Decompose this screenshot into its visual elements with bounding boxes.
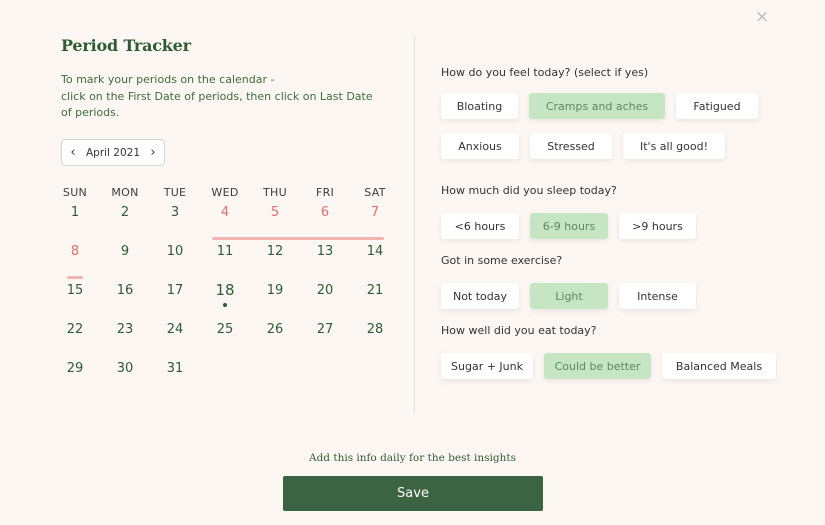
option-chip[interactable]: It's all good! bbox=[623, 133, 725, 159]
day-24[interactable]: 24 bbox=[150, 319, 200, 358]
day-3[interactable]: 3 bbox=[150, 202, 200, 241]
option-chip[interactable]: <6 hours bbox=[441, 213, 519, 239]
instructions: To mark your periods on the calendar - c… bbox=[61, 72, 381, 122]
empty-day bbox=[300, 358, 350, 397]
day-17[interactable]: 17 bbox=[150, 280, 200, 319]
option-row: Sugar + Junk Could be better Balanced Meal… bbox=[441, 353, 776, 379]
day-23[interactable]: 23 bbox=[100, 319, 150, 358]
page-title: Period Tracker bbox=[61, 36, 191, 55]
day-20[interactable]: 20 bbox=[300, 280, 350, 319]
day-25[interactable]: 25 bbox=[200, 319, 250, 358]
weekday-header: SUN MON TUE WED THU FRI SAT bbox=[50, 186, 400, 202]
option-row: Anxious Stressed It's all good! bbox=[441, 133, 725, 159]
period-range-bar bbox=[67, 276, 83, 279]
weekday-thu: THU bbox=[263, 186, 287, 199]
option-chip[interactable]: Fatigued bbox=[676, 93, 758, 119]
chevron-right-icon[interactable]: › bbox=[148, 145, 158, 160]
instructions-line-2: click on the First Date of periods, then… bbox=[61, 89, 373, 120]
month-label: April 2021 bbox=[85, 146, 141, 159]
weekday-mon: MON bbox=[111, 186, 139, 199]
weekday-fri: FRI bbox=[315, 186, 335, 199]
option-chip[interactable]: Sugar + Junk bbox=[441, 353, 533, 379]
option-chip[interactable]: Stressed bbox=[530, 133, 612, 159]
day-6[interactable]: 6 bbox=[300, 202, 350, 241]
day-27[interactable]: 27 bbox=[300, 319, 350, 358]
empty-day bbox=[350, 358, 400, 397]
weekday-tue: TUE bbox=[163, 186, 187, 199]
calendar-week: 8 9 10 11 12 13 14 bbox=[50, 241, 400, 280]
instructions-line-1: To mark your periods on the calendar - bbox=[61, 73, 275, 86]
weekday-wed: WED bbox=[211, 186, 239, 199]
option-row: Not today Light Intense bbox=[441, 283, 696, 309]
today-dot bbox=[223, 303, 227, 307]
calendar-week: 29 30 31 bbox=[50, 358, 400, 397]
day-4[interactable]: 4 bbox=[200, 202, 250, 241]
day-9[interactable]: 9 bbox=[100, 241, 150, 280]
day-26[interactable]: 26 bbox=[250, 319, 300, 358]
day-15[interactable]: 15 bbox=[50, 280, 100, 319]
option-chip[interactable]: Could be better bbox=[544, 353, 651, 379]
day-21[interactable]: 21 bbox=[350, 280, 400, 319]
weekday-sat: SAT bbox=[364, 186, 386, 199]
option-chip[interactable]: 6-9 hours bbox=[530, 213, 608, 239]
day-28[interactable]: 28 bbox=[350, 319, 400, 358]
day-29[interactable]: 29 bbox=[50, 358, 100, 397]
day-11[interactable]: 11 bbox=[200, 241, 250, 280]
day-14[interactable]: 14 bbox=[350, 241, 400, 280]
weekday-sun: SUN bbox=[62, 186, 88, 199]
calendar-week: 15 16 17 18 19 20 21 bbox=[50, 280, 400, 319]
empty-day bbox=[250, 358, 300, 397]
footer-note: Add this info daily for the best insight… bbox=[308, 452, 516, 464]
question-label: Got in some exercise? bbox=[441, 254, 563, 267]
period-range-bar bbox=[212, 237, 384, 240]
question-label: How much did you sleep today? bbox=[441, 184, 617, 197]
day-12[interactable]: 12 bbox=[250, 241, 300, 280]
day-2[interactable]: 2 bbox=[100, 202, 150, 241]
save-button[interactable]: Save bbox=[283, 476, 543, 511]
option-chip[interactable]: >9 hours bbox=[619, 213, 696, 239]
option-chip[interactable]: Anxious bbox=[441, 133, 519, 159]
day-7[interactable]: 7 bbox=[350, 202, 400, 241]
day-30[interactable]: 30 bbox=[100, 358, 150, 397]
option-row: Bloating Cramps and aches Fatigued bbox=[441, 93, 758, 119]
day-10[interactable]: 10 bbox=[150, 241, 200, 280]
question-label: How do you feel today? (select if yes) bbox=[441, 66, 649, 79]
day-16[interactable]: 16 bbox=[100, 280, 150, 319]
month-picker: ‹ April 2021 › bbox=[61, 139, 165, 166]
day-19[interactable]: 19 bbox=[250, 280, 300, 319]
option-chip[interactable]: Balanced Meals bbox=[662, 353, 776, 379]
option-chip[interactable]: Not today bbox=[441, 283, 519, 309]
day-1[interactable]: 1 bbox=[50, 202, 100, 241]
calendar-week: 22 23 24 25 26 27 28 bbox=[50, 319, 400, 358]
day-5[interactable]: 5 bbox=[250, 202, 300, 241]
vertical-divider bbox=[414, 36, 415, 413]
day-8[interactable]: 8 bbox=[50, 241, 100, 280]
day-22[interactable]: 22 bbox=[50, 319, 100, 358]
option-chip[interactable]: Light bbox=[530, 283, 608, 309]
day-13[interactable]: 13 bbox=[300, 241, 350, 280]
day-31[interactable]: 31 bbox=[150, 358, 200, 397]
empty-day bbox=[200, 358, 250, 397]
option-chip[interactable]: Intense bbox=[619, 283, 696, 309]
option-chip[interactable]: Bloating bbox=[441, 93, 518, 119]
question-label: How well did you eat today? bbox=[441, 324, 597, 337]
day-18[interactable]: 18 bbox=[200, 280, 250, 319]
calendar-body: 1 2 3 4 5 6 7 8 9 10 11 12 13 14 15 16 17 18 19 20 21 22 23 24 2… bbox=[50, 202, 400, 397]
calendar-grid: SUN MON TUE WED THU FRI SAT 1 2 3 4 5 6 7 8 9 10 11 12 13 1… bbox=[50, 186, 400, 397]
close-icon[interactable]: × bbox=[754, 8, 770, 26]
option-chip[interactable]: Cramps and aches bbox=[529, 93, 665, 119]
calendar-week: 1234567 bbox=[50, 202, 400, 241]
option-row: <6 hours 6-9 hours >9 hours bbox=[441, 213, 696, 239]
chevron-left-icon[interactable]: ‹ bbox=[68, 145, 78, 160]
